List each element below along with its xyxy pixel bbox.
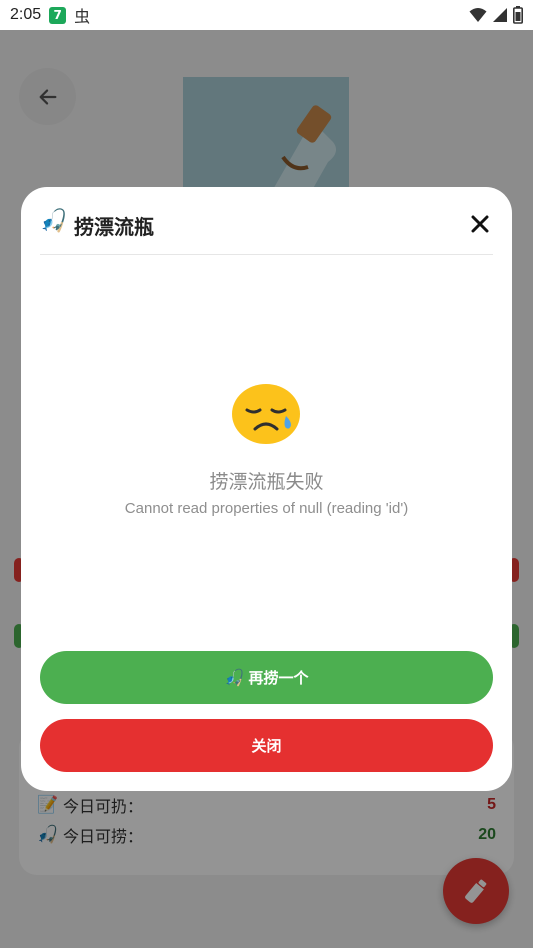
app-notification-badge: 7 [49, 6, 67, 24]
close-button[interactable]: 关闭 [40, 719, 493, 772]
fish-bottle-dialog: 🎣 捞漂流瓶 捞漂流瓶失败 Cannot read properties of … [21, 187, 512, 791]
battery-icon [513, 6, 523, 24]
bug-notification-icon: 虫 [74, 7, 91, 26]
status-bar: 2:05 7 虫 [0, 0, 533, 30]
fishing-pole-icon: 🎣 [224, 668, 245, 687]
status-icons [469, 6, 523, 24]
dialog-title: 捞漂流瓶 [74, 215, 154, 239]
signal-icon [493, 8, 507, 22]
retry-fish-button[interactable]: 🎣 再捞一个 [40, 651, 493, 704]
dialog-header: 🎣 捞漂流瓶 [40, 207, 493, 255]
fishing-pole-icon: 🎣 [40, 209, 68, 234]
wifi-icon [469, 8, 487, 22]
status-time: 2:05 [10, 6, 42, 23]
error-title: 捞漂流瓶失败 [209, 471, 324, 493]
sad-face-icon [232, 384, 300, 444]
close-label: 关闭 [251, 737, 282, 755]
retry-fish-label: 再捞一个 [248, 669, 309, 687]
dialog-close-button[interactable] [467, 211, 493, 237]
close-icon [471, 215, 489, 233]
error-message: Cannot read properties of null (reading … [124, 500, 409, 517]
